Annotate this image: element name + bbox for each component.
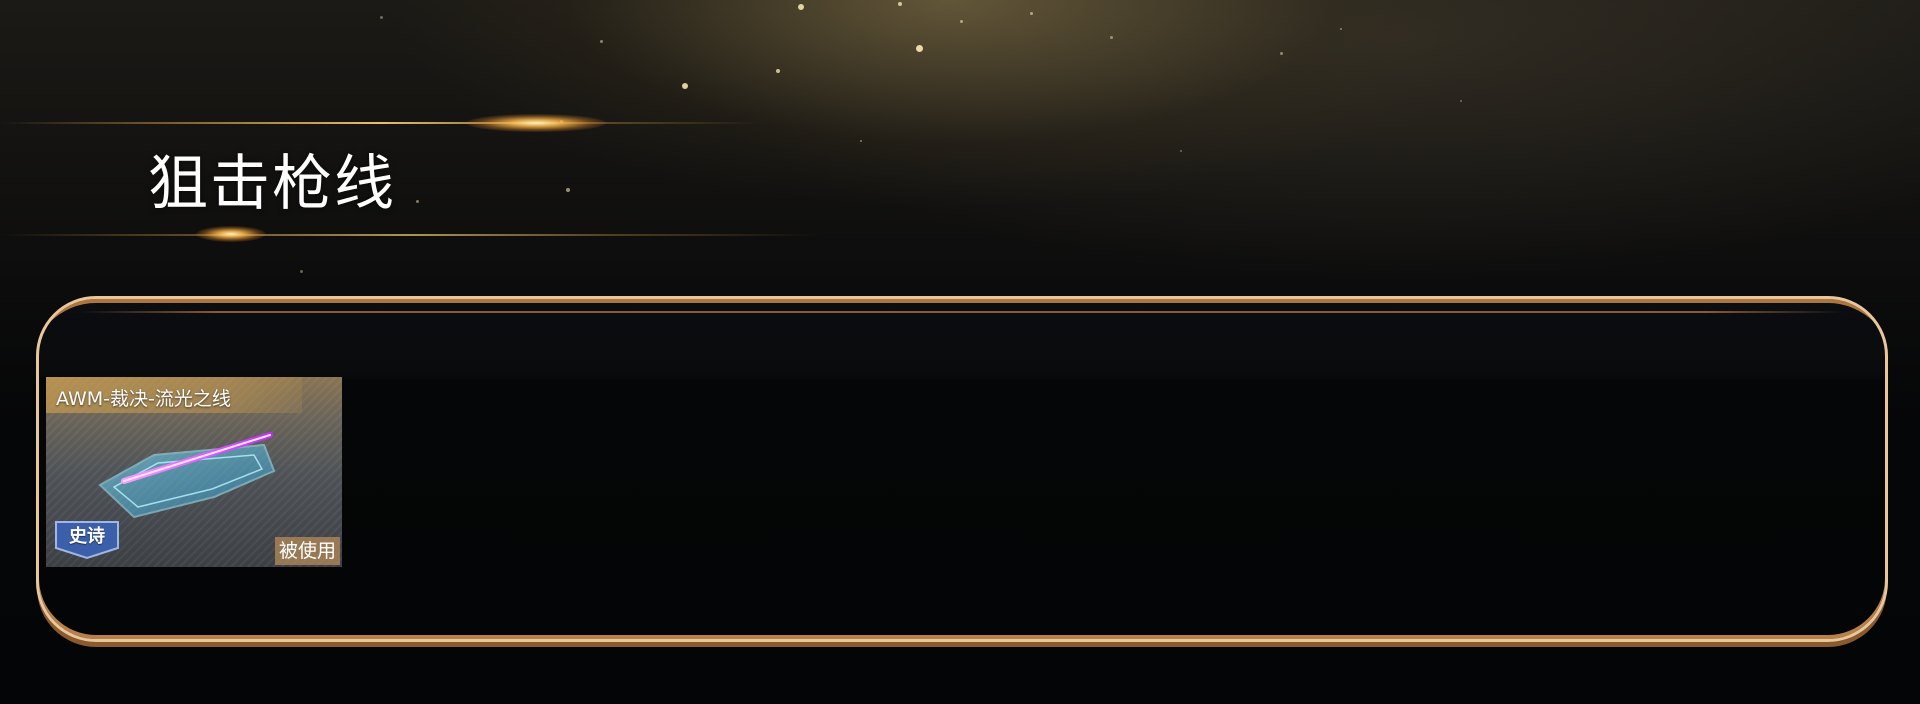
- lens-flare-top: [466, 114, 606, 132]
- dust-particle: [960, 20, 963, 23]
- skin-name: AWM-裁决-流光之线: [56, 388, 231, 410]
- skins-panel: AWM-裁决-流光之线 史诗 被使用: [36, 296, 1888, 642]
- dust-particle: [776, 69, 780, 73]
- dust-particle: [860, 140, 862, 142]
- status-tag: 被使用: [274, 537, 340, 565]
- dust-particle: [1030, 12, 1033, 15]
- lens-flare-bottom: [196, 226, 266, 242]
- dust-particle: [1340, 28, 1342, 30]
- dust-particle: [416, 200, 419, 203]
- dust-particle: [682, 83, 688, 89]
- dust-particle: [798, 4, 804, 10]
- dust-particle: [300, 270, 303, 273]
- skin-card[interactable]: AWM-裁决-流光之线 史诗 被使用: [46, 377, 342, 567]
- dust-particle: [600, 40, 603, 43]
- dust-particle: [898, 2, 902, 6]
- rarity-label: 史诗: [69, 526, 105, 547]
- light-streak-top: [0, 122, 760, 124]
- dust-particle: [1110, 36, 1113, 39]
- section-title: 狙击枪线: [148, 149, 396, 219]
- dust-particle: [1460, 100, 1462, 102]
- dust-particle: [566, 188, 570, 192]
- dust-particle: [916, 45, 923, 52]
- panel-divider: [79, 311, 1845, 313]
- skins-page: 狙击枪线 AWM-裁决-流光之线 史诗 被使用: [0, 0, 1920, 704]
- dust-particle: [380, 16, 383, 19]
- sniper-skin-image: [98, 432, 276, 519]
- dust-particle: [1280, 52, 1283, 55]
- dust-particle: [1180, 150, 1182, 152]
- light-streak-bottom: [0, 234, 820, 236]
